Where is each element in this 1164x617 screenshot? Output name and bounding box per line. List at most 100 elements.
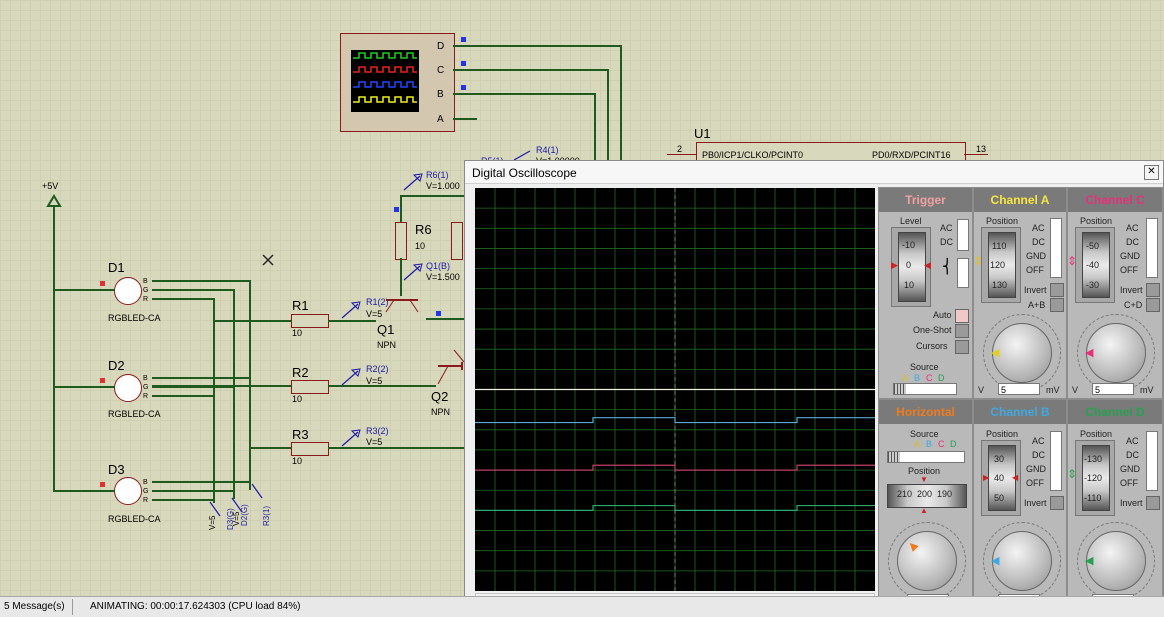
pin-marker [100,281,105,286]
trigger-source-slider[interactable] [893,383,957,395]
wire [607,69,609,160]
led-pin-label: R [143,497,149,504]
channel-d-tick: -130 [1084,454,1103,464]
wire [152,490,234,492]
close-icon[interactable]: ✕ [1144,165,1159,180]
horizontal-source-slider[interactable] [887,451,965,463]
trigger-edge-icon: ⎨ [942,258,953,274]
channel-d-volts-knob[interactable] [1086,531,1146,591]
led-pin-label: B [143,278,148,285]
channel-c-header: Channel C [1068,188,1162,212]
channel-b-invert-button[interactable] [1050,496,1064,510]
channel-b-panel: Channel B Position 30 40 50 ▶ ◀ AC DC GN… [973,399,1067,609]
horizontal-source-a: A [914,439,921,449]
transistor-ref-q1: Q1 [377,322,395,337]
channel-c-unit-mv: mV [1140,385,1154,395]
wire [53,386,115,388]
led-d2[interactable] [114,374,142,402]
messages-count[interactable]: 5 Message(s) [4,601,65,612]
channel-d-coupling-off: OFF [1120,478,1138,488]
channel-a-coupling-switch[interactable] [1050,218,1062,278]
probe-r2-name: R2(2) [366,364,389,374]
resistor-r6[interactable] [395,222,407,260]
oscilloscope-titlebar[interactable]: Digital Oscilloscope ✕ [465,161,1163,184]
probe-arrow-icon [403,263,423,281]
trigger-cursors-button[interactable] [955,340,969,354]
led-d1[interactable] [114,277,142,305]
channel-a-volts-value[interactable]: 5 [998,383,1040,395]
probe-arrow-icon [341,429,361,447]
probe-r6-name: R6(1) [426,170,449,180]
channel-c-coupling-switch[interactable] [1146,218,1158,278]
led-part-d1: RGBLED-CA [108,313,161,323]
wire [453,69,608,71]
trigger-header: Trigger [879,188,972,212]
channel-c-unit-v: V [1072,385,1079,395]
transistor-ref-q2: Q2 [431,389,449,404]
trigger-level-label: Level [900,216,922,226]
horizontal-source-b: B [926,439,933,449]
channel-a-updown-icon: ⇕ [973,254,984,268]
probe-arrow-icon [403,173,423,191]
channel-a-unit-mv: mV [1046,385,1060,395]
channel-b-coupling-switch[interactable] [1050,431,1062,491]
channel-b-arrow-icon: ▶ [983,473,990,482]
trigger-source-d: D [938,373,945,383]
mcu-pin-right-name: PD0/RXD/PCINT16 [872,150,951,160]
trigger-edge-switch[interactable] [957,258,969,288]
channel-c-volts-knob[interactable] [1086,323,1146,383]
resistor-r3[interactable] [291,442,329,456]
channel-b-volts-knob[interactable] [992,531,1052,591]
channel-c-combine-button[interactable] [1146,298,1160,312]
channel-a-combine-button[interactable] [1050,298,1064,312]
wire [400,195,464,197]
probe-q1-name: Q1(B) [426,261,451,271]
trigger-level-arrow-icon: ◀ [924,260,931,270]
horizontal-header: Horizontal [879,400,972,424]
channel-d-invert-button[interactable] [1146,496,1160,510]
slider-grip[interactable] [888,452,900,462]
probe-arrow-icon [251,483,263,499]
probe-r6-voltage: V=1.000 [426,181,460,191]
transistor-q1[interactable] [384,292,420,322]
resistor-value-r2: 10 [292,394,303,404]
channel-b-arrow-icon: ◀ [1012,473,1019,482]
supply-label: +5V [42,181,59,191]
channel-c-coupling-dc: DC [1126,237,1139,247]
channel-a-tick: 120 [990,260,1006,270]
transistor-q2[interactable] [432,348,466,388]
resistor-ref-r1: R1 [292,298,309,313]
led-ref-d1: D1 [108,260,125,275]
horizontal-source-c: C [938,439,945,449]
wire [249,447,291,449]
horizontal-time-knob[interactable] [897,531,957,591]
led-pin-label: B [143,479,148,486]
wire [453,93,595,95]
channel-c-volts-value[interactable]: 5 [1092,383,1134,395]
channel-d-coupling-gnd: GND [1120,464,1140,474]
wire [964,154,988,155]
channel-d-coupling-switch[interactable] [1146,431,1158,491]
led-d3[interactable] [114,477,142,505]
scope-instrument-symbol[interactable]: D C B A [340,33,455,132]
resistor-r7[interactable] [451,222,463,260]
channel-b-header: Channel B [974,400,1066,424]
trigger-auto-button[interactable] [955,309,969,323]
pin-marker [394,207,399,212]
channel-c-invert-button[interactable] [1146,283,1160,297]
mcu-pin-left-number: 2 [677,144,683,154]
channel-a-invert-button[interactable] [1050,283,1064,297]
probe-arrow-icon [341,368,361,386]
oscilloscope-window[interactable]: Digital Oscilloscope ✕ ◂ ▸ Trigger Level… [464,160,1164,616]
trigger-coupling-switch[interactable] [957,219,969,251]
resistor-r1[interactable] [291,314,329,328]
channel-b-coupling-dc: DC [1032,450,1045,460]
channel-a-volts-knob[interactable] [992,323,1052,383]
trigger-level-tick: -10 [902,240,916,250]
trigger-oneshot-button[interactable] [955,324,969,338]
scope-input-label-b: B [437,89,444,100]
slider-grip[interactable] [894,384,906,394]
resistor-r2[interactable] [291,380,329,394]
wire [53,490,115,492]
channel-c-tick: -30 [1086,280,1100,290]
